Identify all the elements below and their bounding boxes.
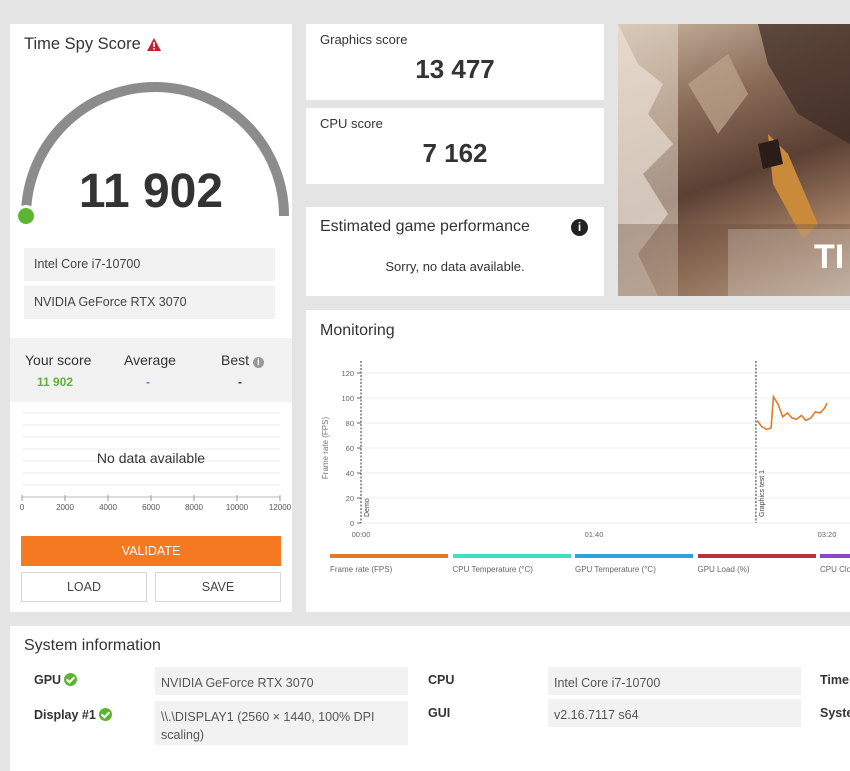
cpu-label: CPU	[428, 673, 455, 687]
gpu-value: NVIDIA GeForce RTX 3070	[155, 667, 408, 695]
cpu-score-card: CPU score 7 162	[306, 108, 604, 184]
best-value: -	[238, 375, 242, 389]
graphics-score-label: Graphics score	[320, 32, 408, 47]
no-data-text: No data available	[96, 450, 206, 466]
average-label: Average	[124, 352, 176, 368]
marker-label: Graphics test 1	[759, 470, 766, 517]
cpu-name: Intel Core i7-10700	[24, 248, 275, 281]
cpu-score-label: CPU score	[320, 116, 383, 131]
axis-tick-label: 8000	[185, 503, 203, 512]
y-tick-label: 40	[346, 469, 354, 478]
average-value: -	[146, 375, 150, 389]
check-icon	[64, 673, 78, 686]
gui-value: v2.16.7117 s64	[548, 699, 801, 727]
y-tick-label: 80	[346, 419, 354, 428]
y-tick-label: 0	[350, 519, 354, 528]
estimated-title: Estimated game performance	[320, 218, 530, 235]
axis-tick-label: 10000	[226, 503, 249, 512]
your-score-value: 11 902	[37, 375, 74, 389]
axis-tick-label: 2000	[56, 503, 74, 512]
axis-tick-label: 4000	[99, 503, 117, 512]
score-comparison: Your score Average Best i 11 902 - -	[10, 338, 292, 402]
cpu-value: Intel Core i7-10700	[548, 667, 801, 695]
banner-text: TI	[814, 238, 845, 276]
system-label: Syste	[820, 706, 850, 720]
system-info-title: System information	[24, 637, 161, 654]
x-tick-label: 03:20	[818, 530, 837, 539]
estimated-performance-card: Estimated game performance i Sorry, no d…	[306, 207, 604, 296]
legend-label: CPU Clo	[820, 565, 850, 574]
display-value: \\.\DISPLAY1 (2560 × 1440, 100% DPI scal…	[155, 701, 408, 745]
marker-label: Demo	[364, 498, 371, 517]
legend-swatch	[820, 554, 850, 558]
legend-label: GPU Load (%)	[697, 565, 750, 574]
x-tick-label: 01:40	[585, 530, 604, 539]
best-label: Best i	[221, 352, 264, 368]
legend-swatch	[330, 554, 448, 558]
legend-item[interactable]: CPU Clo	[820, 554, 850, 574]
cpu-score-value: 7 162	[422, 138, 488, 168]
y-tick-label: 60	[346, 444, 354, 453]
x-tick-label: 00:00	[352, 530, 371, 539]
y-tick-label: 20	[346, 494, 354, 503]
info-icon[interactable]: i	[252, 357, 264, 368]
check-icon	[98, 708, 112, 721]
monitoring-title: Monitoring	[320, 322, 395, 339]
legend-label: CPU Temperature (°C)	[452, 565, 533, 574]
load-button[interactable]: LOAD	[21, 572, 147, 602]
axis-tick-label: 6000	[142, 503, 160, 512]
gui-label: GUI	[428, 706, 451, 720]
graphics-score-value: 13 477	[415, 54, 495, 84]
y-tick-label: 120	[341, 369, 354, 378]
graphics-score-card: Graphics score 13 477	[306, 24, 604, 100]
info-icon[interactable]: i	[571, 219, 588, 236]
time-label: Time	[820, 673, 849, 687]
axis-tick-label: 12000	[269, 503, 292, 512]
legend-swatch	[452, 554, 571, 558]
save-button[interactable]: SAVE	[155, 572, 281, 602]
legend-label: GPU Temperature (°C)	[575, 565, 656, 574]
legend-label: Frame rate (FPS)	[330, 565, 393, 574]
overall-score: 11 902	[78, 165, 224, 218]
axis-tick-label: 0	[20, 503, 25, 512]
validate-button[interactable]: VALIDATE	[21, 536, 281, 566]
y-axis-label: Frame rate (FPS)	[321, 417, 330, 480]
legend-swatch	[697, 554, 816, 558]
monitoring-chart: 0 20 40 60 80 100 120 Frame rate (FPS) 00:00 01:4…	[321, 361, 850, 539]
legend-swatch	[575, 554, 693, 558]
y-tick-label: 100	[341, 394, 354, 403]
fps-series-line	[756, 394, 828, 431]
benchmark-banner-image: TI	[618, 24, 850, 296]
gpu-name: NVIDIA GeForce RTX 3070	[24, 286, 275, 319]
your-score-label: Your score	[25, 352, 92, 368]
legend-item[interactable]: Frame rate (FPS)	[330, 554, 448, 574]
legend-item[interactable]: CPU Temperature (°C)	[452, 554, 571, 574]
legend-item[interactable]: GPU Temperature (°C)	[575, 554, 693, 574]
estimated-message: Sorry, no data available.	[385, 259, 525, 274]
legend-item[interactable]: GPU Load (%)	[697, 554, 816, 574]
display-label: Display #1	[34, 708, 112, 722]
gpu-label: GPU	[34, 673, 78, 687]
